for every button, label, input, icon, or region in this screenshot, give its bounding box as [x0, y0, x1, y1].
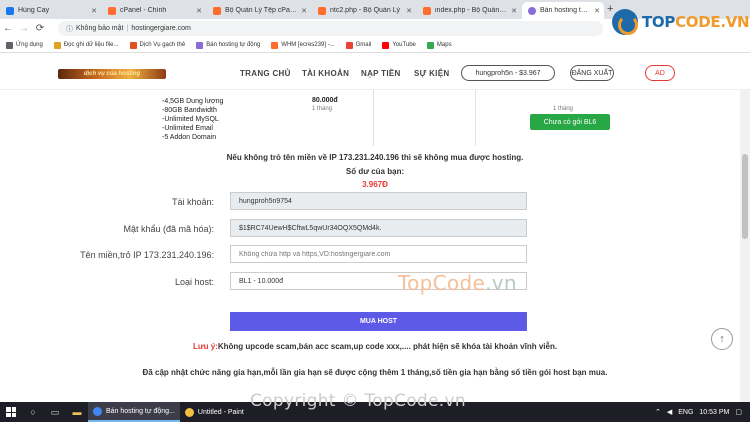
site-icon: [528, 6, 536, 15]
domain-input[interactable]: [230, 245, 527, 263]
close-icon[interactable]: ✕: [406, 7, 412, 15]
address-bar[interactable]: ⓘ Không bảo mật | hostingergiare.com: [58, 21, 603, 36]
notification-icon[interactable]: ▢: [735, 408, 742, 416]
taskbar-app-chrome[interactable]: Bán hosting tự động...: [88, 402, 180, 422]
volume-icon[interactable]: ◀: [667, 408, 672, 416]
cpanel-icon: [318, 6, 326, 15]
balance-label: Số dư của bạn:: [345, 167, 405, 176]
warning-text: Lưu ý:Không upcode scam,bán acc scam,up …: [192, 342, 558, 351]
admin-button[interactable]: AD: [645, 65, 675, 81]
cpanel-icon: [423, 6, 431, 15]
watermark: TopCode.vn: [398, 271, 517, 295]
ip-notice: Nếu không trỏ tên miền về IP 173.231.240…: [226, 153, 524, 162]
buy-host-button[interactable]: MUA HOST: [230, 312, 527, 331]
warning-label: Lưu ý:: [192, 342, 218, 351]
user-balance-pill[interactable]: hungproh5n - $3.967: [461, 65, 555, 81]
copyright-watermark: Copyright © TopCode.vn: [250, 391, 466, 411]
search-icon[interactable]: ○: [22, 402, 44, 422]
menu-home[interactable]: TRANG CHỦ: [240, 69, 291, 78]
separator: |: [126, 25, 129, 32]
bookmark-youtube[interactable]: YouTube: [382, 41, 416, 49]
site-icon: [129, 41, 137, 49]
browser-toolbar: ← → ⟳ ⓘ Không bảo mật | hostingergiare.c…: [0, 19, 610, 38]
cpanel-icon: [271, 41, 279, 49]
bookmark-item[interactable]: WHM [ecres239] -...: [271, 41, 335, 49]
tab-file-manager[interactable]: Bộ Quản Lý Tệp cPanel ✕: [207, 2, 311, 19]
tab-ban-hosting[interactable]: Bán hosting tự động ✕: [522, 2, 604, 19]
url-text[interactable]: hostingergiare.com: [131, 25, 191, 32]
windows-logo-icon: [6, 407, 16, 417]
apps-grid-icon: [6, 41, 13, 49]
account-field[interactable]: hungproh5n9754: [230, 192, 527, 210]
topcode-logo-icon: [612, 9, 638, 35]
balance-value: 3.967Đ: [362, 180, 388, 189]
close-icon[interactable]: ✕: [594, 7, 600, 15]
scroll-to-top-icon[interactable]: ↑: [711, 328, 733, 350]
tab-hung-cay[interactable]: Hùng Cay ✕: [0, 2, 101, 19]
bookmark-item[interactable]: Bán hosting tự động: [196, 41, 260, 49]
info-icon[interactable]: ⓘ: [66, 24, 73, 34]
site-icon: [196, 41, 204, 49]
tray-up-icon[interactable]: ⌃: [655, 408, 661, 416]
main-content: -4,5GB Dung lượng -80GB Bandwidth -Unlim…: [0, 90, 740, 402]
close-icon[interactable]: ✕: [196, 7, 202, 15]
bookmarks-bar: Ứng dụng Đọc ghi dữ liệu file... Dịch Vụ…: [0, 38, 750, 53]
paint-icon: [184, 407, 194, 417]
close-icon[interactable]: ✕: [91, 7, 97, 15]
host-type-value: BL1 - 10.000đ: [239, 277, 283, 285]
chrome-icon: [93, 406, 102, 416]
plan-status-button[interactable]: Chưa có gói BL6: [530, 114, 610, 130]
bookmark-maps[interactable]: Maps: [426, 41, 452, 49]
language-indicator[interactable]: ENG: [678, 409, 693, 416]
task-view-icon[interactable]: ▭: [44, 402, 66, 422]
back-icon[interactable]: ←: [0, 23, 16, 34]
account-label: Tài khoản:: [171, 197, 214, 207]
youtube-icon: [382, 41, 390, 49]
start-button[interactable]: [0, 402, 22, 422]
tab-ntc2[interactable]: ntc2.php - Bộ Quản Lý ✕: [312, 2, 416, 19]
bookmark-apps[interactable]: Ứng dụng: [6, 41, 43, 49]
clock[interactable]: 10:53 PM: [699, 409, 729, 416]
password-field[interactable]: $1$RC74UewH$CftwL5qwUr34OQX5QMd4k.: [230, 219, 527, 237]
taskbar-app-paint[interactable]: Untitled - Paint: [180, 402, 249, 422]
site-header: dịch vụ của hosting TRANG CHỦ TÀI KHOẢN …: [0, 54, 750, 90]
logout-button[interactable]: ĐĂNG XUẤT: [570, 65, 614, 81]
plan-period: 1 tháng: [553, 106, 574, 112]
divider: [373, 90, 374, 146]
maps-icon: [426, 41, 434, 49]
plan-price: 80.000đ: [312, 97, 338, 104]
page-scrollbar[interactable]: [740, 90, 750, 402]
folder-icon: [53, 41, 61, 49]
menu-topup[interactable]: NẠP TIỀN: [361, 69, 401, 78]
facebook-icon: [6, 6, 14, 15]
bookmark-item[interactable]: Dịch Vụ gạch thẻ: [129, 41, 185, 49]
tab-index[interactable]: index.php - Bộ Quản Lý ✕: [417, 2, 521, 19]
gmail-icon: [345, 41, 353, 49]
reload-icon[interactable]: ⟳: [32, 23, 48, 34]
topcode-logo: TOPCODE.VN: [612, 4, 750, 40]
plan-period: 1 tháng: [312, 106, 333, 112]
bookmark-item[interactable]: Đọc ghi dữ liệu file...: [53, 41, 119, 49]
close-icon[interactable]: ✕: [301, 7, 307, 15]
divider: [475, 90, 476, 146]
tab-cpanel[interactable]: cPanel - Chính ✕: [102, 2, 206, 19]
cpanel-icon: [108, 6, 116, 15]
menu-account[interactable]: TÀI KHOẢN: [302, 69, 349, 78]
renewal-info: Đã cập nhật chức năng gia hạn,mỗi lần gi…: [142, 368, 608, 377]
forward-icon[interactable]: →: [16, 23, 32, 34]
menu-events[interactable]: SỰ KIỆN: [414, 69, 449, 78]
file-explorer-icon[interactable]: ▬: [66, 402, 88, 422]
system-tray: ⌃ ◀ ENG 10:53 PM ▢: [655, 402, 750, 422]
bookmark-gmail[interactable]: Gmail: [345, 41, 371, 49]
security-status: Không bảo mật: [76, 25, 124, 32]
close-icon[interactable]: ✕: [511, 7, 517, 15]
host-type-label: Loại host:: [174, 277, 214, 287]
scrollbar-thumb[interactable]: [742, 154, 748, 239]
domain-label: Tên miền,trỏ IP 173.231.240.196:: [80, 250, 214, 260]
password-label: Mật khẩu (đã mã hóa):: [123, 224, 214, 234]
site-logo[interactable]: dịch vụ của hosting: [58, 69, 166, 79]
cpanel-icon: [213, 6, 221, 15]
plan-features: -4,5GB Dung lượng -80GB Bandwidth -Unlim…: [162, 98, 224, 141]
